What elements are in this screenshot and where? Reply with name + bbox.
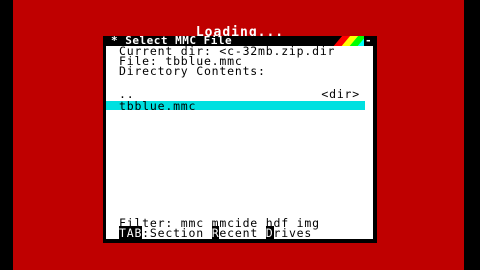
recent-label: ecent xyxy=(219,226,266,240)
list-item-parent-dir[interactable]: .. xyxy=(119,88,134,100)
file-selector-window: * Select MMC File - Current dir: <c-32mb… xyxy=(103,35,377,243)
dir-tag: <dir> xyxy=(321,87,360,101)
section-label: :Section xyxy=(142,226,212,240)
list-item-selected[interactable]: tbblue.mmc xyxy=(106,99,365,113)
drives-key[interactable]: D xyxy=(265,226,274,240)
file-list-panel: Current dir: <c-32mb.zip.dir File: tbblu… xyxy=(106,45,373,240)
selected-file-name: tbblue.mmc xyxy=(119,99,197,113)
rainbow-stripes-icon xyxy=(330,36,364,46)
drives-label: rives xyxy=(273,226,313,240)
shortcut-bar: TAB:Section Recent Drives xyxy=(119,226,313,240)
directory-heading: Directory Contents: xyxy=(119,64,266,78)
close-icon[interactable]: - xyxy=(365,35,372,46)
tab-key[interactable]: TAB xyxy=(119,226,143,240)
